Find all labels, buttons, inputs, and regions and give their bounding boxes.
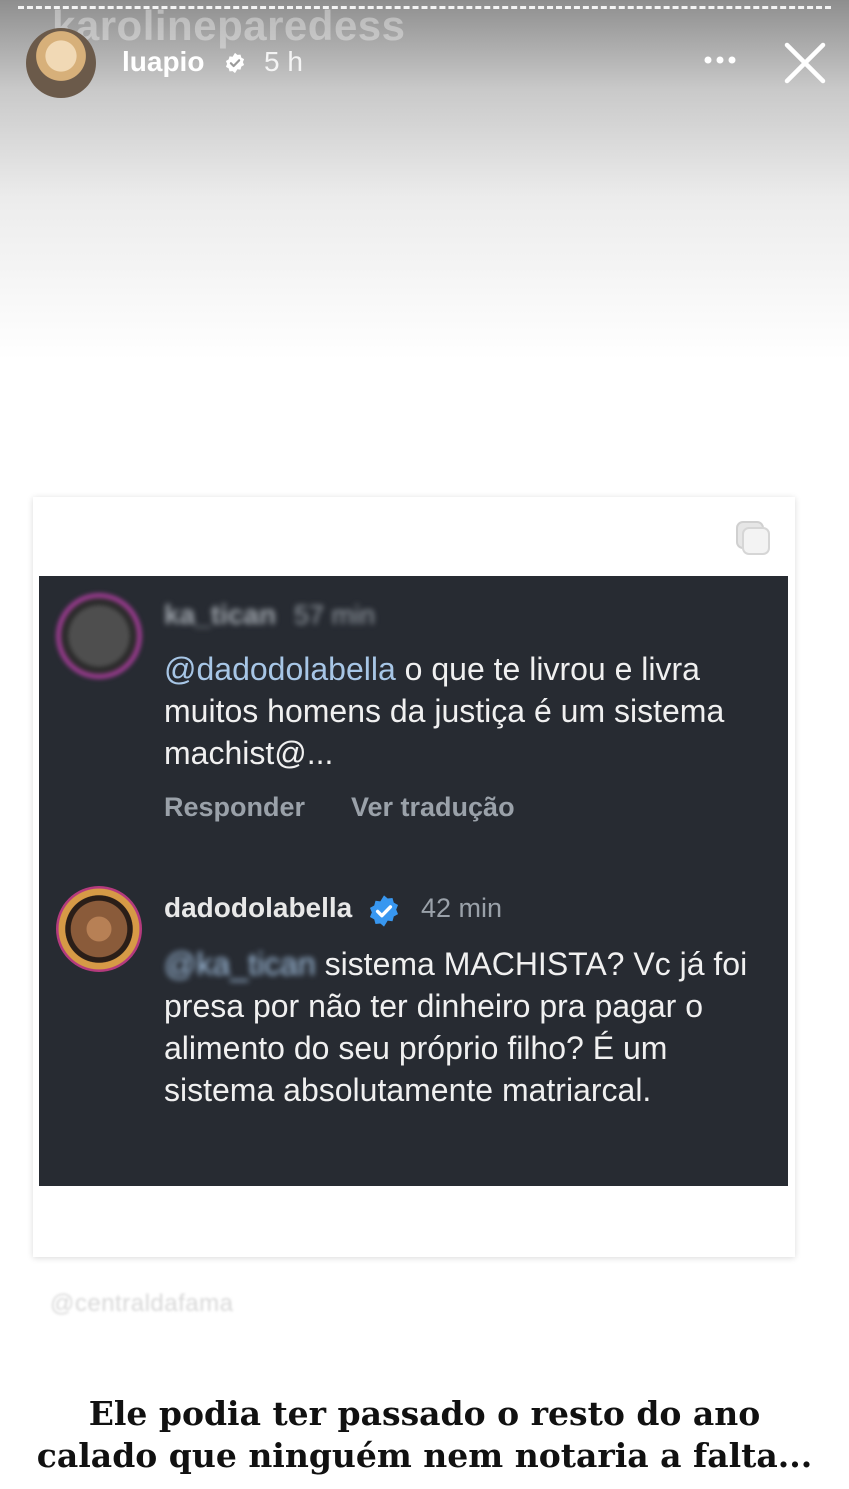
comment-mention: @ka_tican (164, 946, 316, 982)
copy-icon (736, 521, 770, 555)
translate-link[interactable]: Ver tradução (351, 792, 515, 823)
caption-line: calado que ninguém nem notaria a falta..… (36, 1436, 813, 1475)
verified-icon (369, 895, 399, 927)
commenter-avatar (56, 593, 142, 679)
comments-screenshot: ka_tican 57 min @dadodolabella o que te … (39, 576, 788, 1186)
avatar[interactable] (26, 28, 96, 98)
story-time: 5 h (264, 46, 303, 77)
comment-username: ka_tican (164, 599, 277, 630)
reply-link[interactable]: Responder (164, 792, 305, 823)
comment-text: @ka_tican sistema MACHISTA? Vc já foi pr… (164, 943, 774, 1111)
more-icon[interactable] (700, 40, 740, 80)
commenter-avatar (56, 886, 142, 972)
shared-post-card[interactable]: ka_tican 57 min @dadodolabella o que te … (33, 497, 795, 1257)
story-header: luapio 5 h (0, 24, 849, 104)
close-icon[interactable] (782, 40, 828, 86)
verified-icon (225, 52, 245, 74)
comment-text: @dadodolabella o que te livrou e livra m… (164, 648, 774, 774)
caption-line: Ele podia ter passado o resto do ano (88, 1394, 761, 1433)
comment-time: 57 min (294, 600, 376, 630)
source-watermark: @centraldafama (50, 1290, 234, 1317)
story-username[interactable]: luapio (122, 46, 204, 78)
story-caption: Ele podia ter passado o resto do ano cal… (0, 1393, 849, 1477)
comment-time: 42 min (421, 893, 503, 923)
comment-username: dadodolabella (164, 892, 353, 923)
comment-mention: @dadodolabella (164, 651, 396, 687)
